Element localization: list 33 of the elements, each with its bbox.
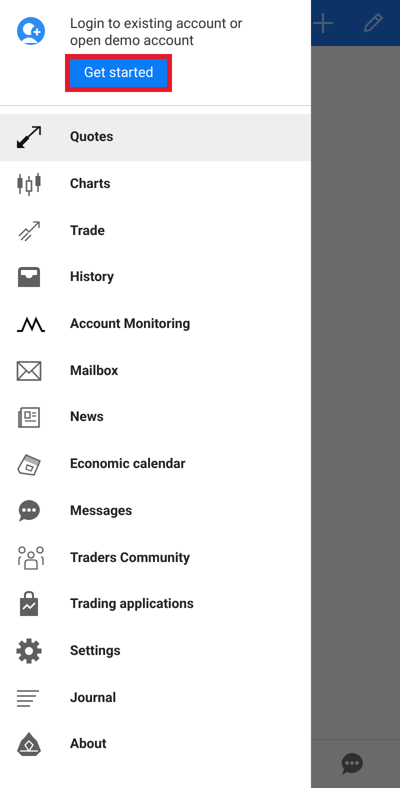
candlestick-icon (16, 172, 42, 196)
login-prompt: Login to existing account or open demo account (70, 16, 244, 50)
add-user-icon (16, 16, 46, 46)
menu-item[interactable]: Trade (0, 207, 311, 254)
menu-item[interactable]: News (0, 394, 311, 441)
chat-bubble-icon (16, 498, 42, 524)
inbox-icon (16, 265, 42, 290)
menu-item[interactable]: Trading applications (0, 580, 311, 628)
newspaper-icon (16, 404, 42, 430)
chat-bubble-icon[interactable] (339, 752, 365, 776)
menu-item[interactable]: Journal (0, 674, 311, 721)
menu-item[interactable]: Charts (0, 160, 311, 208)
diagonal-arrows-icon (16, 125, 42, 150)
emblem-icon (16, 731, 42, 758)
menu-item[interactable]: Traders Community (0, 534, 311, 581)
pulse-line-icon (16, 314, 46, 334)
menu-item[interactable]: Messages (0, 488, 311, 534)
menu-item[interactable]: Quotes (0, 114, 311, 161)
menu-item[interactable]: Account Monitoring (0, 300, 311, 348)
settings-icon (16, 638, 42, 664)
people-icon (16, 544, 46, 571)
menu-item[interactable]: Economic calendar (0, 440, 311, 488)
calendar-icon (16, 451, 42, 478)
menu-item[interactable]: Mailbox (0, 347, 311, 394)
plus-icon[interactable] (312, 12, 334, 34)
get-started-button[interactable]: Get started (70, 59, 168, 87)
pencil-icon[interactable] (362, 12, 384, 34)
menu-item[interactable]: About (0, 720, 311, 768)
trend-arrow-icon (16, 218, 42, 243)
menu-item[interactable]: Settings (0, 628, 311, 674)
list-lines-icon (16, 688, 40, 708)
menu-item[interactable]: History (0, 254, 311, 301)
envelope-icon (16, 360, 42, 382)
